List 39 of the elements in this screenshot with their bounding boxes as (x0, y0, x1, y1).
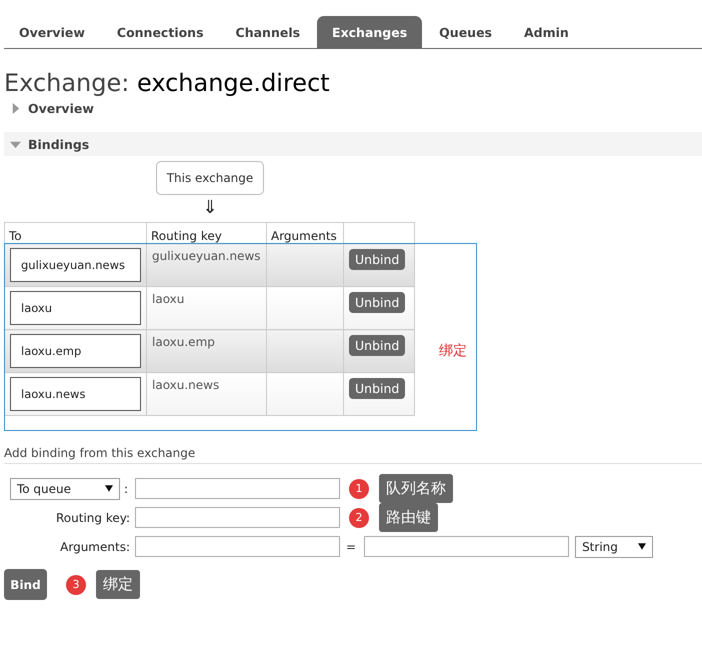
destination-dropdown[interactable]: To queue (10, 478, 120, 500)
nav-tab[interactable]: Admin (509, 16, 584, 48)
section-bar[interactable]: Bindings (4, 132, 702, 156)
annotation-label: 绑定 (439, 342, 467, 360)
table-cell: laoxu.emp (146, 330, 266, 372)
section-title[interactable]: Overview (28, 100, 94, 116)
nav-tab[interactable]: Connections (102, 16, 219, 48)
queue-link[interactable]: laoxu.emp (10, 334, 141, 368)
form-heading: Add binding from this exchange (4, 443, 702, 464)
table-cell: laoxu (146, 286, 266, 330)
nav-tab[interactable]: Overview (4, 16, 100, 48)
step-badge: 1 (349, 478, 369, 498)
unbind-button[interactable]: Unbind (349, 292, 406, 313)
step-badge: 3 (66, 574, 86, 594)
unbind-button[interactable]: Unbind (349, 249, 406, 270)
nav-tab[interactable]: Exchanges (317, 16, 422, 48)
down-arrow: ⇓ (202, 197, 218, 219)
field-label: Routing key: (56, 510, 130, 524)
nav-tab[interactable]: Queues (424, 16, 507, 48)
page-title: Exchange: exchange.direct (4, 69, 331, 97)
type-dropdown[interactable]: String (575, 536, 654, 558)
callout-tooltip: 路由键 (379, 503, 438, 532)
unbind-button[interactable]: Unbind (349, 335, 406, 356)
bind-button[interactable]: Bind (4, 569, 47, 600)
unbind-button[interactable]: Unbind (349, 378, 406, 399)
field-label: Arguments: (60, 540, 130, 554)
section-title[interactable]: Bindings (28, 136, 90, 152)
queue-link[interactable]: laoxu (10, 291, 141, 325)
equals-sign: = (346, 540, 356, 554)
queue-link[interactable]: gulixueyuan.news (10, 248, 141, 282)
table-cell: laoxu.news (146, 372, 266, 416)
source-node: This exchange (156, 161, 264, 195)
queue-link[interactable]: laoxu.news (10, 377, 141, 411)
colon-label: : (124, 482, 128, 496)
step-badge: 2 (349, 508, 369, 528)
table-cell: gulixueyuan.news (146, 244, 266, 286)
nav-tab[interactable]: Channels (220, 16, 316, 48)
callout-tooltip: 绑定 (96, 570, 140, 599)
callout-tooltip: 队列名称 (379, 474, 453, 503)
